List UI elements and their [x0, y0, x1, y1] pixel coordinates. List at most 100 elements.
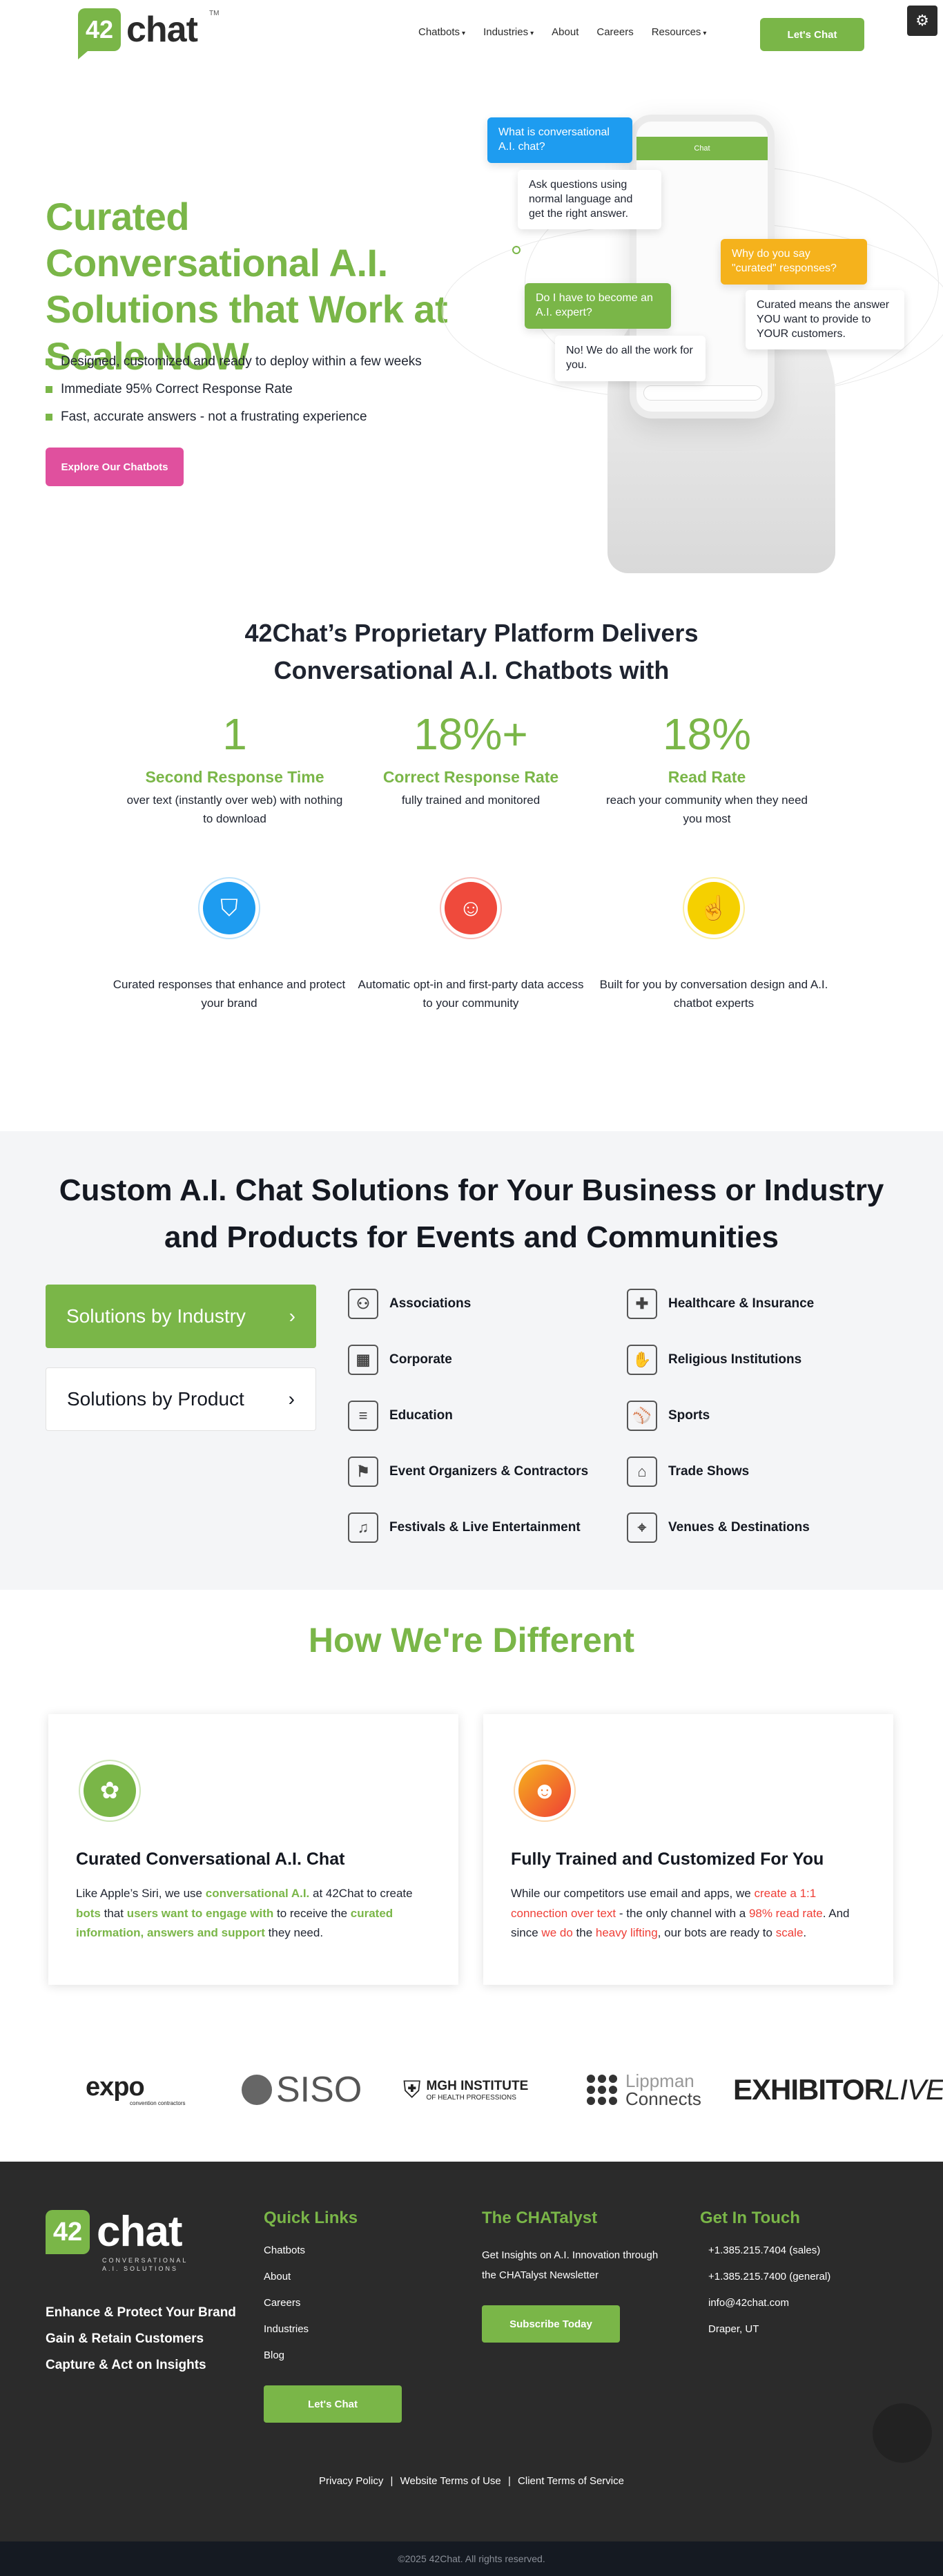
highlight: bots — [76, 1906, 101, 1920]
card-fully-trained: ☻ Fully Trained and Customized For You W… — [483, 1714, 893, 1985]
logo-mgh: ⛨ MGH INSTITUTE OF HEALTH PROFESSIONS — [403, 2069, 528, 2111]
logo-subtext: convention contractors — [130, 2099, 186, 2106]
nav-item-careers[interactable]: Careers — [596, 26, 633, 38]
how-different-section: How We're Different ✿ Curated Conversati… — [0, 1590, 943, 2025]
hubspot-icon[interactable]: ⚙ — [907, 6, 937, 36]
card-icon-ring: ✿ — [79, 1760, 141, 1822]
logo-siso: SISO — [242, 2069, 362, 2111]
footer-link-industries[interactable]: Industries — [264, 2323, 309, 2335]
industry-label: Trade Shows — [668, 1464, 750, 1479]
shield-hand-icon: ⛉ — [203, 882, 255, 934]
logo-badge: 42 — [78, 8, 121, 59]
chat-bubble-question: Do I have to become an A.I. expert? — [525, 283, 671, 329]
chevron-down-icon: ▾ — [462, 30, 466, 37]
feature-icon-ring: ☝ — [683, 877, 745, 939]
explore-chatbots-button[interactable]: Explore Our Chatbots — [46, 448, 184, 486]
footer-tagline: Capture & Act on Insights — [46, 2358, 206, 2372]
decorative-dot — [512, 246, 521, 254]
client-terms-link[interactable]: Client Terms of Service — [518, 2475, 624, 2487]
chatalyst-title: The CHATalyst — [482, 2209, 598, 2227]
solutions-title-line: and Products for Events and Communities — [164, 1220, 779, 1255]
footer-link-chatbots[interactable]: Chatbots — [264, 2245, 305, 2256]
industry-item-healthcare[interactable]: ✚ Healthcare & Insurance — [627, 1289, 814, 1319]
logo-text-block: Lippman Connects — [625, 2072, 701, 2108]
industry-item-associations[interactable]: ⚇ Associations — [348, 1289, 471, 1319]
design-touch-icon: ☝ — [688, 882, 740, 934]
hero-bullet: Designed, customized and ready to deploy… — [46, 348, 422, 376]
chat-launcher-button[interactable] — [873, 2403, 932, 2463]
stats-title-line: Conversational A.I. Chatbots with — [273, 656, 670, 684]
nav-label: Industries — [483, 26, 529, 38]
footer-link-careers[interactable]: Careers — [264, 2297, 300, 2309]
logo-text: LIVE — [884, 2073, 943, 2106]
industry-label: Festivals & Live Entertainment — [389, 1520, 581, 1535]
tab-solutions-by-industry[interactable]: Solutions by Industry › — [46, 1285, 316, 1348]
feature-experts: ☝ Built for you by conversation design a… — [596, 877, 831, 1012]
community-icon: ☺ — [445, 882, 497, 934]
industry-item-festivals[interactable]: ♫ Festivals & Live Entertainment — [348, 1512, 581, 1543]
industry-item-trade-shows[interactable]: ⌂ Trade Shows — [627, 1457, 749, 1487]
industry-item-education[interactable]: ≡ Education — [348, 1401, 453, 1431]
feature-brand: ⛉ Curated responses that enhance and pro… — [112, 877, 347, 1012]
contact-location: Draper, UT — [708, 2323, 759, 2335]
logo-text-block: MGH INSTITUTE OF HEALTH PROFESSIONS — [427, 2079, 529, 2102]
chevron-right-icon: › — [288, 1388, 295, 1410]
feature-icon-ring: ⛉ — [198, 877, 260, 939]
industry-item-venues[interactable]: ⌖ Venues & Destinations — [627, 1512, 810, 1543]
nav-item-industries[interactable]: Industries ▾ — [483, 26, 534, 38]
tab-solutions-by-product[interactable]: Solutions by Product › — [46, 1367, 316, 1431]
logo[interactable]: 42 chat TM — [78, 8, 219, 59]
siso-mark-icon — [242, 2075, 272, 2105]
sports-ball-icon: ⚾ — [627, 1401, 657, 1431]
text-segment: at 42Chat to create — [309, 1887, 413, 1900]
text-segment: they need. — [264, 1926, 324, 1940]
footer-tagline: Gain & Retain Customers — [46, 2332, 204, 2346]
stat-description: over text (instantly over web) with noth… — [126, 794, 343, 826]
nav-item-chatbots[interactable]: Chatbots ▾ — [418, 26, 465, 38]
nav-label: Resources — [651, 26, 701, 38]
nav-item-resources[interactable]: Resources ▾ — [652, 26, 707, 38]
nav-item-about[interactable]: About — [552, 26, 579, 38]
industry-label: Corporate — [389, 1352, 452, 1367]
brain-icon: ✿ — [84, 1765, 136, 1817]
website-terms-link[interactable]: Website Terms of Use — [400, 2475, 501, 2487]
footer-link-blog[interactable]: Blog — [264, 2349, 284, 2361]
footer-logo-badge[interactable]: 42 — [46, 2210, 90, 2254]
lets-chat-button[interactable]: Let's Chat — [760, 18, 864, 51]
industry-label: Sports — [668, 1408, 710, 1423]
contact-phone-sales[interactable]: +1.385.215.7404 (sales) — [708, 2245, 820, 2256]
industry-item-event-organizers[interactable]: ⚑ Event Organizers & Contractors — [348, 1457, 588, 1487]
logo-subline: A.I. SOLUTIONS — [102, 2265, 179, 2272]
stats-title: 42Chat’s Proprietary Platform Delivers C… — [0, 615, 943, 689]
logo-wordmark: chat — [126, 10, 198, 50]
card-icon-ring: ☻ — [514, 1760, 576, 1822]
footer-lets-chat-button[interactable]: Let's Chat — [264, 2385, 402, 2423]
contact-email[interactable]: info@42chat.com — [708, 2297, 789, 2309]
feature-community: ☺ Automatic opt-in and first-party data … — [353, 877, 588, 1012]
highlight: scale — [775, 1926, 804, 1940]
industry-label: Venues & Destinations — [668, 1520, 810, 1535]
solutions-title-line: Custom A.I. Chat Solutions for Your Busi… — [59, 1173, 884, 1207]
footer-link-about[interactable]: About — [264, 2271, 291, 2282]
phone-chat-header: Chat — [636, 137, 768, 160]
logo-text: MGH INSTITUTE — [426, 2078, 529, 2093]
industry-label: Religious Institutions — [668, 1352, 802, 1367]
logo-lippman: Lippman Connects — [587, 2069, 701, 2111]
contact-phone-general[interactable]: +1.385.215.7400 (general) — [708, 2271, 830, 2282]
privacy-policy-link[interactable]: Privacy Policy — [319, 2475, 383, 2487]
hospital-icon: ✚ — [627, 1289, 657, 1319]
text-segment: , our bots are ready to — [657, 1926, 776, 1940]
chevron-down-icon: ▾ — [703, 30, 707, 37]
subscribe-button[interactable]: Subscribe Today — [482, 2305, 620, 2343]
text-segment: Like Apple’s Siri, we use — [76, 1887, 206, 1900]
text-segment: While our competitors use email and apps… — [511, 1887, 755, 1900]
quick-links-title: Quick Links — [264, 2209, 358, 2227]
industry-item-religious[interactable]: ✋ Religious Institutions — [627, 1345, 801, 1375]
industry-item-corporate[interactable]: ▦ Corporate — [348, 1345, 452, 1375]
copyright-text: ©2025 42Chat. All rights reserved. — [398, 2553, 545, 2564]
chat-bubble-answer: Ask questions using normal language and … — [518, 170, 661, 230]
nav-label: Chatbots — [418, 26, 460, 38]
highlight: 98% read rate — [748, 1906, 823, 1920]
logo-subline: CONVERSATIONAL — [102, 2257, 188, 2264]
industry-item-sports[interactable]: ⚾ Sports — [627, 1401, 710, 1431]
